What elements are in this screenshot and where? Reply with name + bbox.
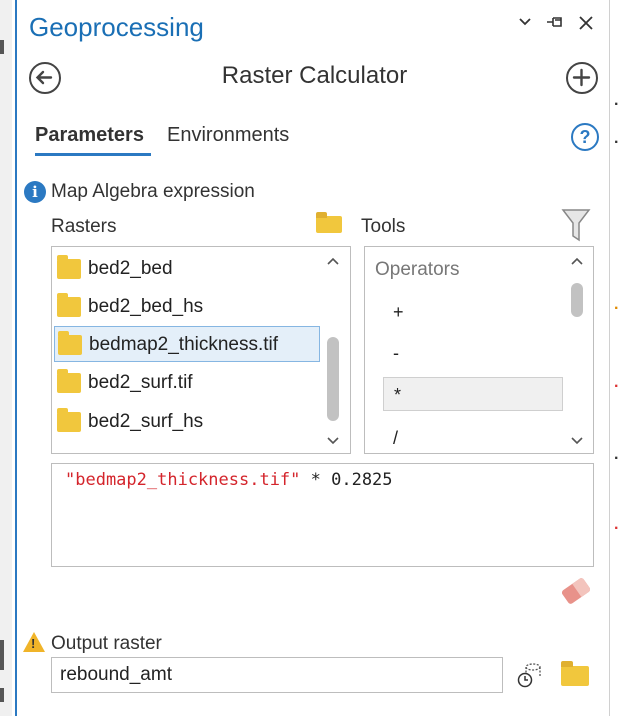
rasters-label: Rasters: [51, 216, 117, 237]
list-item[interactable]: -: [383, 336, 563, 370]
folder-icon[interactable]: [316, 212, 344, 234]
list-item[interactable]: *: [383, 377, 563, 411]
open-folder-icon[interactable]: [561, 661, 589, 686]
rasters-list: bed2_bed bed2_bed_hs bedmap2_thickness.t…: [51, 246, 351, 454]
close-icon[interactable]: [575, 14, 597, 37]
add-button[interactable]: [566, 62, 598, 94]
raster-icon: [57, 369, 81, 393]
expression-input[interactable]: "bedmap2_thickness.tif" * 0.2825: [51, 463, 594, 567]
scroll-up-icon[interactable]: [570, 253, 584, 269]
tool-title: Raster Calculator: [221, 62, 408, 89]
output-raster-label: Output raster: [51, 633, 162, 654]
pane-title: Geoprocessing: [29, 12, 204, 42]
active-tab-indicator: [35, 153, 151, 156]
geodatabase-icon[interactable]: [517, 662, 543, 688]
map-algebra-label: Map Algebra expression: [51, 181, 255, 202]
info-icon[interactable]: i: [24, 181, 46, 203]
background-window-edge: [0, 0, 12, 716]
warning-mark: !: [31, 636, 36, 651]
expression-operator-value: * 0.2825: [300, 470, 393, 490]
expression-raster-string: "bedmap2_thickness.tif": [65, 470, 301, 490]
tools-list: Operators + - * /: [364, 246, 594, 454]
scroll-down-icon[interactable]: [326, 433, 340, 449]
raster-icon: [57, 293, 81, 317]
tools-label: Tools: [361, 216, 406, 237]
list-item[interactable]: bedmap2_thickness.tif: [54, 326, 320, 362]
scrollbar-thumb[interactable]: [327, 337, 339, 421]
list-item[interactable]: bed2_bed: [54, 251, 320, 287]
filter-icon[interactable]: [561, 207, 591, 243]
plus-icon: [572, 68, 591, 87]
help-icon[interactable]: ?: [571, 123, 599, 151]
operators-header: Operators: [375, 259, 460, 280]
scroll-up-icon[interactable]: [326, 253, 340, 269]
background-window-edge-right: · · · · · ·: [610, 0, 624, 716]
raster-icon: [58, 331, 82, 355]
list-item[interactable]: +: [383, 295, 563, 329]
geoprocessing-pane: Geoprocessing Raster Calculator Paramete…: [15, 0, 610, 716]
tab-environments[interactable]: Environments: [167, 124, 289, 147]
list-item[interactable]: /: [383, 421, 563, 455]
chevron-down-icon[interactable]: [514, 14, 536, 35]
output-raster-input[interactable]: [51, 657, 503, 693]
raster-icon: [57, 255, 81, 279]
raster-icon: [57, 408, 81, 432]
eraser-icon[interactable]: [560, 576, 592, 606]
pin-icon[interactable]: [544, 14, 566, 35]
scroll-down-icon[interactable]: [570, 433, 584, 449]
list-item[interactable]: bed2_surf_hs: [54, 404, 320, 440]
tab-parameters[interactable]: Parameters: [35, 124, 144, 147]
list-item[interactable]: bed2_surf.tif: [54, 365, 320, 401]
scrollbar-thumb[interactable]: [571, 283, 583, 317]
list-item[interactable]: bed2_bed_hs: [54, 289, 320, 325]
